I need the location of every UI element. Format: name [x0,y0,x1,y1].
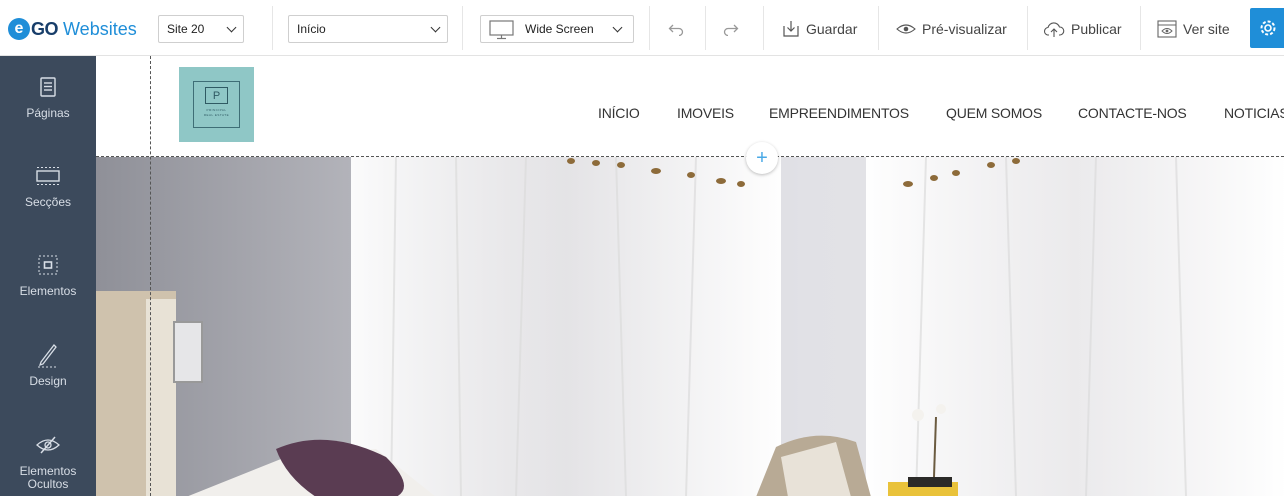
site-nav-item[interactable]: NOTICIAS [1224,105,1284,121]
sidebar-item-design[interactable]: Design [0,324,96,410]
editor-toolbar: e GO Websites Site 20 Início Wide Screen [0,0,1284,56]
sidebar-item-label: Páginas [26,106,70,120]
pen-icon [38,344,58,368]
brand-e-mark: e [8,18,30,40]
section-boundary-guide [96,156,1284,157]
eye-icon [896,24,916,34]
elements-icon [38,255,58,275]
redo-button[interactable] [723,15,739,43]
hero-section[interactable] [96,157,1284,496]
download-save-icon [783,21,799,37]
sidebar-item-label: Secções [24,195,72,209]
content-margin-guide [150,56,151,496]
brand-websites-text: Websites [63,18,137,39]
browser-window-icon [1157,20,1177,38]
page-select[interactable]: Início [288,15,448,43]
sidebar-item-label: Design [29,374,67,388]
monitor-icon [489,20,514,40]
toolbar-divider [705,6,706,50]
ego-websites-logo: e GO Websites [8,18,137,40]
toolbar-divider [462,6,463,50]
sidebar-item-label: Elementos [19,284,77,298]
site-nav-item[interactable]: QUEM SOMOS [946,105,1042,121]
site-header[interactable]: P PRINCIPAL REAL ESTATE INÍCIO IMOVEIS E… [96,56,1284,156]
hero-image [96,157,1284,496]
publish-button[interactable]: Publicar [1043,15,1122,43]
site-nav-item[interactable]: IMOVEIS [677,105,734,121]
toolbar-divider [1140,6,1141,50]
undo-icon [668,24,684,36]
hidden-eye-icon [36,436,60,454]
sidebar-item-elements[interactable]: Elementos [0,234,96,320]
add-section-button[interactable]: + [746,142,778,174]
logo-line2: REAL ESTATE [203,113,230,117]
editor-canvas: P PRINCIPAL REAL ESTATE INÍCIO IMOVEIS E… [96,56,1284,496]
sidebar-item-label: Elementos Ocultos [19,464,77,491]
brand-go-text: GO [31,18,59,39]
toolbar-divider [878,6,879,50]
cloud-upload-icon [1043,22,1065,37]
pages-icon [40,77,56,97]
toolbar-divider [272,6,273,50]
chevron-down-icon [430,22,441,33]
gear-icon [1260,20,1276,36]
toolbar-divider [763,6,764,50]
editor-sidebar: Páginas Secções Elementos Design Element… [0,56,96,496]
save-button[interactable]: Guardar [782,15,857,43]
toolbar-divider [1027,6,1028,50]
sidebar-item-hidden-elements[interactable]: Elementos Ocultos [0,414,96,496]
site-nav-item[interactable]: CONTACTE-NOS [1078,105,1187,121]
site-nav-item[interactable]: INÍCIO [598,105,640,121]
sidebar-item-pages[interactable]: Páginas [0,56,96,142]
publish-label: Publicar [1071,21,1122,37]
redo-icon [723,24,739,36]
view-mode-select[interactable]: Wide Screen [480,15,634,43]
plus-icon: + [756,147,768,169]
view-site-label: Ver site [1183,21,1230,37]
page-select-value: Início [297,22,326,36]
settings-button[interactable] [1250,8,1284,48]
preview-label: Pré-visualizar [922,21,1007,37]
chevron-down-icon [612,22,623,33]
site-select-value: Site 20 [167,22,205,36]
preview-button[interactable]: Pré-visualizar [896,15,1007,43]
chevron-down-icon [226,22,237,33]
save-label: Guardar [806,21,858,37]
view-site-button[interactable]: Ver site [1157,15,1230,43]
logo-letter: P [205,87,228,104]
site-logo[interactable]: P PRINCIPAL REAL ESTATE [179,67,254,142]
undo-button[interactable] [668,15,684,43]
sections-icon [36,167,60,185]
site-select[interactable]: Site 20 [158,15,244,43]
site-nav-item[interactable]: EMPREENDIMENTOS [769,105,909,121]
view-mode-value: Wide Screen [525,22,594,36]
toolbar-divider [649,6,650,50]
sidebar-item-sections[interactable]: Secções [0,145,96,231]
logo-line1: PRINCIPAL [206,108,227,112]
